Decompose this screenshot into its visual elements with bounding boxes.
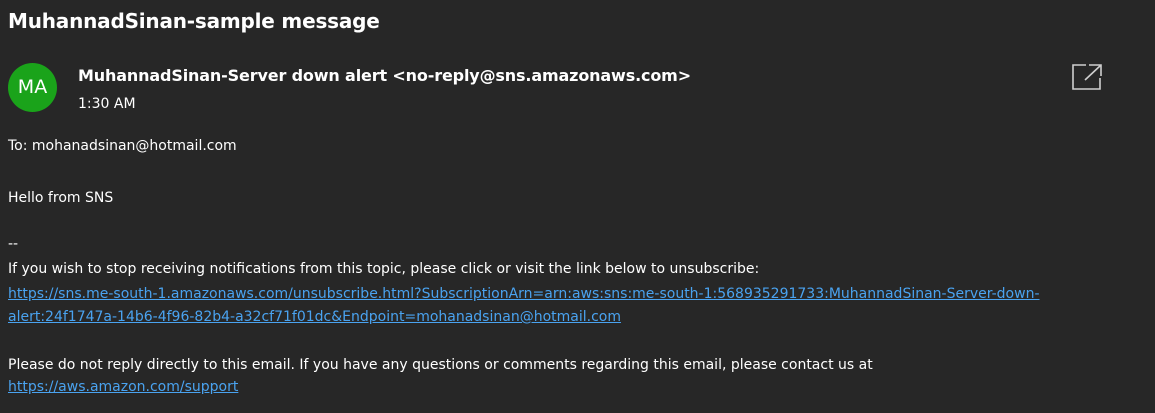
greeting-text: Hello from SNS bbox=[8, 190, 114, 206]
signature-separator: -- bbox=[8, 236, 19, 252]
email-reading-pane: MuhannadSinan-sample message MA Muhannad… bbox=[0, 0, 1155, 413]
unsubscribe-link[interactable]: https://sns.me-south-1.amazonaws.com/uns… bbox=[8, 286, 1040, 302]
sender-avatar[interactable]: MA bbox=[8, 63, 57, 112]
open-in-new-window-icon bbox=[1072, 64, 1102, 90]
recipient-line: To: mohanadsinan@hotmail.com bbox=[8, 138, 237, 154]
support-link[interactable]: https://aws.amazon.com/support bbox=[8, 379, 238, 395]
unsubscribe-instructions: If you wish to stop receiving notificati… bbox=[8, 261, 760, 277]
open-in-new-window-button[interactable] bbox=[1069, 62, 1105, 92]
received-time: 1:30 AM bbox=[78, 96, 136, 112]
email-subject: MuhannadSinan-sample message bbox=[8, 9, 380, 33]
noreply-notice: Please do not reply directly to this ema… bbox=[8, 357, 873, 373]
sender-name[interactable]: MuhannadSinan-Server down alert <no-repl… bbox=[78, 66, 691, 85]
unsubscribe-link-continued[interactable]: alert:24f1747a-14b6-4f96-82b4-a32cf71f01… bbox=[8, 309, 621, 325]
